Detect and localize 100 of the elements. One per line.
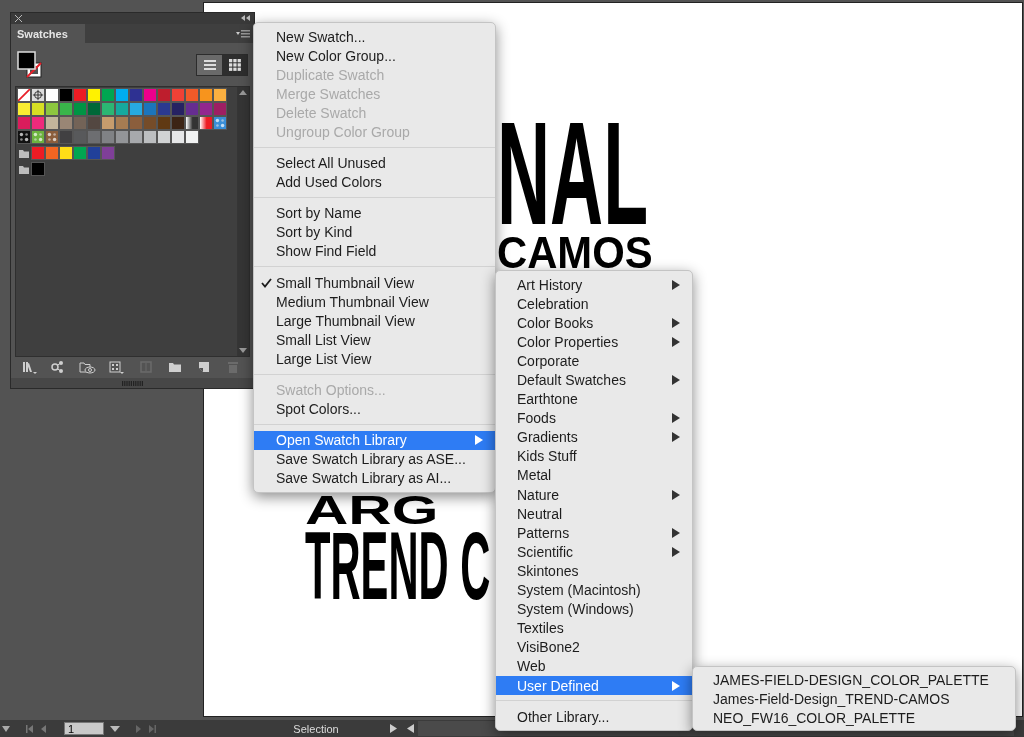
menu-item[interactable]: Nature xyxy=(496,485,692,505)
menu-item[interactable]: Large List View xyxy=(254,349,495,369)
folder-cloud-icon[interactable] xyxy=(79,359,97,376)
menu-item[interactable]: Medium Thumbnail View xyxy=(254,292,495,312)
menu-item[interactable]: Default Swatches xyxy=(496,370,692,390)
menu-item[interactable]: NEO_FW16_COLOR_PALETTE xyxy=(693,708,1015,728)
menu-item[interactable]: Gradients xyxy=(496,427,692,447)
color-swatch[interactable] xyxy=(213,87,227,102)
menu-item[interactable]: Scientific xyxy=(496,542,692,562)
pattern-swatch[interactable] xyxy=(213,115,227,130)
submenu-arrow-icon xyxy=(672,279,680,290)
color-swatch[interactable] xyxy=(185,87,199,102)
menu-item[interactable]: Sort by Kind xyxy=(254,222,495,242)
menu-item[interactable]: James-Field-Design_TREND-CAMOS xyxy=(693,689,1015,709)
dropdown-arrow-icon[interactable] xyxy=(110,724,120,733)
menu-item[interactable]: Large Thumbnail View xyxy=(254,311,495,331)
menu-item[interactable]: Kids Stuff xyxy=(496,446,692,466)
menu-item[interactable]: Select All Unused xyxy=(254,153,495,173)
submenu-arrow-icon xyxy=(672,336,680,347)
submenu-arrow-icon xyxy=(672,432,680,443)
checkmark-icon xyxy=(261,277,272,288)
menu-item[interactable]: Save Swatch Library as ASE... xyxy=(254,449,495,469)
menu-item[interactable]: Earthtone xyxy=(496,389,692,409)
color-swatch[interactable] xyxy=(45,145,59,160)
none-swatch-icon[interactable] xyxy=(17,87,31,102)
grid-icon xyxy=(226,58,243,73)
menu-item[interactable]: Color Properties xyxy=(496,332,692,352)
fill-stroke-icon[interactable] xyxy=(17,51,43,80)
menu-item[interactable]: Skintones xyxy=(496,561,692,581)
menu-item[interactable]: Open Swatch Library xyxy=(254,430,495,450)
grid-view-button[interactable] xyxy=(222,55,247,76)
submenu-arrow-icon xyxy=(672,413,680,424)
menu-item[interactable]: Corporate xyxy=(496,351,692,371)
menu-item[interactable]: Patterns xyxy=(496,523,692,543)
menu-item[interactable]: Metal xyxy=(496,465,692,486)
pattern-swatch[interactable] xyxy=(45,129,59,144)
menu-item[interactable]: Art History xyxy=(496,275,692,295)
registration-swatch-icon[interactable] xyxy=(31,87,45,102)
menu-item[interactable]: System (Windows) xyxy=(496,599,692,619)
menu-item[interactable]: Web xyxy=(496,656,692,676)
color-swatch[interactable] xyxy=(45,87,59,102)
scroll-down-icon[interactable] xyxy=(239,347,247,353)
color-swatch[interactable] xyxy=(171,87,185,102)
color-swatch[interactable] xyxy=(101,87,115,102)
scroll-left-icon[interactable] xyxy=(407,724,414,733)
scroll-up-icon[interactable] xyxy=(239,89,247,95)
library-icon[interactable] xyxy=(21,359,39,376)
color-swatch[interactable] xyxy=(129,87,143,102)
submenu-arrow-icon xyxy=(672,527,680,538)
color-swatch[interactable] xyxy=(199,87,213,102)
menu-item[interactable]: Textiles xyxy=(496,618,692,638)
menu-item[interactable]: New Swatch... xyxy=(254,27,495,47)
menu-item[interactable]: Show Find Field xyxy=(254,241,495,262)
panel-tab[interactable]: Swatches xyxy=(11,23,85,44)
submenu-arrow-icon xyxy=(672,489,680,500)
dropdown-arrow-icon[interactable] xyxy=(2,725,10,732)
scrollbar[interactable] xyxy=(237,86,249,356)
color-swatch[interactable] xyxy=(157,87,171,102)
color-swatch[interactable] xyxy=(59,145,73,160)
pattern-swatch[interactable] xyxy=(31,129,45,144)
menu-item[interactable]: Small List View xyxy=(254,330,495,350)
menu-item[interactable]: Add Used Colors xyxy=(254,172,495,192)
menu-item[interactable]: Spot Colors... xyxy=(254,399,495,419)
color-swatch[interactable] xyxy=(115,87,129,102)
color-swatch[interactable] xyxy=(73,145,87,160)
page-field[interactable]: 1 xyxy=(64,722,104,735)
color-swatch[interactable] xyxy=(143,87,157,102)
artwork-text: TREND C xyxy=(305,530,491,603)
menu-item[interactable]: Save Swatch Library as AI... xyxy=(254,468,495,488)
submenu-arrow-icon xyxy=(672,317,680,328)
list-icon xyxy=(201,58,218,73)
color-swatch[interactable] xyxy=(87,145,101,160)
color-swatch[interactable] xyxy=(73,87,87,102)
artwork-text: ARG xyxy=(305,495,439,525)
color-swatch[interactable] xyxy=(31,161,45,176)
color-swatch[interactable] xyxy=(59,87,73,102)
menu-item[interactable]: User Defined xyxy=(496,675,692,696)
grid-menu-icon[interactable] xyxy=(108,359,126,376)
color-swatch[interactable] xyxy=(87,87,101,102)
menu-item[interactable]: Small Thumbnail View xyxy=(254,273,495,293)
menu-item[interactable]: VisiBone2 xyxy=(496,637,692,657)
panel-menu-icon[interactable] xyxy=(236,28,250,39)
menu-item[interactable]: Foods xyxy=(496,408,692,428)
menu-item[interactable]: Other Library... xyxy=(496,707,692,727)
color-swatch[interactable] xyxy=(101,145,115,160)
menu-item[interactable]: Celebration xyxy=(496,294,692,314)
menu-item[interactable]: JAMES-FIELD-DESIGN_COLOR_PALETTE xyxy=(693,670,1015,690)
resize-grip-icon[interactable] xyxy=(121,380,144,386)
menu-item[interactable]: New Color Group... xyxy=(254,46,495,66)
menu-item[interactable]: System (Macintosh) xyxy=(496,580,692,600)
menu-item[interactable]: Neutral xyxy=(496,504,692,524)
submenu-arrow-icon xyxy=(672,546,680,557)
list-view-button[interactable] xyxy=(197,55,222,76)
menu-item[interactable]: Color Books xyxy=(496,313,692,333)
submenu-arrow-icon xyxy=(672,375,680,385)
pattern-swatch[interactable] xyxy=(17,129,31,144)
color-swatch[interactable] xyxy=(31,145,45,160)
menu-item[interactable]: Sort by Name xyxy=(254,203,495,223)
play-icon[interactable] xyxy=(390,724,397,733)
close-icon[interactable] xyxy=(15,14,22,22)
